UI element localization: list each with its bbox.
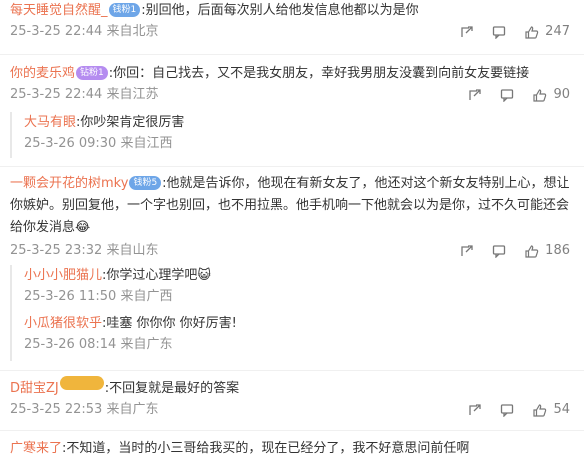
like-button[interactable]: 186 bbox=[524, 241, 570, 261]
comment-button[interactable] bbox=[492, 244, 506, 258]
share-button[interactable] bbox=[460, 25, 474, 39]
comment-username[interactable]: 广寒来了 bbox=[10, 441, 62, 456]
reply-meta: 25-3-26 09:30 来自江西 bbox=[24, 136, 173, 151]
reply-text: :哇塞 你你你 你好厉害! bbox=[102, 316, 237, 331]
reply-text: :你学过心理学吧😺 bbox=[102, 268, 211, 283]
reply-thread: 小小小肥猫儿:你学过心理学吧😺 25-3-26 11:50 来自广西 小瓜猪很软… bbox=[10, 265, 576, 361]
comment-item: 一颗会开花的树mky 钱粉5:他就是告诉你，他现在有新女友了，他还对这个新女友特别… bbox=[0, 173, 584, 263]
like-button[interactable]: 54 bbox=[532, 400, 570, 420]
comment-meta: 25-3-25 22:44 来自北京 bbox=[10, 24, 159, 39]
thumbs-up-icon bbox=[525, 25, 539, 39]
comment-item: 你的麦乐鸡 钻粉1:你回：自己找去，又不是我女朋友，幸好我男朋友没囊到向前女友要链… bbox=[0, 63, 584, 107]
comment-username[interactable]: 每天睡觉自然醒_ bbox=[10, 3, 108, 18]
comment-button[interactable] bbox=[500, 403, 514, 417]
comment-item: 每天睡觉自然醒_ 钱粉1:别回他，后面每次别人给他发信息他都以为是你 25-3-2… bbox=[0, 0, 584, 44]
comment-username[interactable]: 一颗会开花的树mky bbox=[10, 176, 128, 191]
thumbs-up-icon bbox=[533, 403, 547, 417]
fan-badge: 钱粉1 bbox=[108, 3, 141, 17]
thumbs-up-icon bbox=[533, 88, 547, 102]
comment-icon bbox=[501, 89, 514, 102]
comment-text: :别回他，后面每次别人给他发信息他都以为是你 bbox=[141, 3, 419, 18]
comment-button[interactable] bbox=[500, 88, 514, 102]
comment-button[interactable] bbox=[492, 25, 506, 39]
fan-badge: 钱粉5 bbox=[129, 176, 162, 190]
comment-meta: 25-3-25 22:53 来自广东 bbox=[10, 402, 159, 417]
fan-badge bbox=[59, 376, 104, 390]
comment-meta: 25-3-25 22:44 来自江苏 bbox=[10, 87, 159, 102]
comment-username[interactable]: D甜宝ZJ bbox=[10, 381, 59, 396]
share-icon bbox=[469, 404, 482, 415]
thumbs-up-icon bbox=[525, 244, 539, 258]
comment-icon bbox=[493, 26, 506, 39]
share-button[interactable] bbox=[468, 403, 482, 417]
comment-item: 广寒来了:不知道，当时的小三哥给我买的，现在已经分了，我不好意思问前任啊 bbox=[0, 438, 584, 460]
like-count: 247 bbox=[545, 24, 570, 39]
reply-username[interactable]: 小瓜猪很软乎 bbox=[24, 316, 102, 331]
share-icon bbox=[469, 89, 482, 100]
like-button[interactable]: 247 bbox=[524, 22, 570, 42]
like-count: 90 bbox=[553, 87, 570, 102]
reply-text: :你吵架肯定很厉害 bbox=[76, 115, 185, 130]
comment-icon bbox=[501, 404, 514, 417]
like-count: 54 bbox=[553, 402, 570, 417]
comment-text: :不回复就是最好的答案 bbox=[104, 381, 240, 396]
share-icon bbox=[461, 26, 473, 37]
comment-meta: 25-3-25 23:32 来自山东 bbox=[10, 243, 159, 258]
reply-username[interactable]: 大马有眼 bbox=[24, 115, 76, 130]
comment-text: :你回：自己找去，又不是我女朋友，幸好我男朋友没囊到向前女友要链接 bbox=[108, 66, 530, 81]
like-count: 186 bbox=[545, 243, 570, 258]
reply-thread: 大马有眼:你吵架肯定很厉害 25-3-26 09:30 来自江西 bbox=[10, 112, 576, 158]
share-button[interactable] bbox=[468, 88, 482, 102]
comment-username[interactable]: 你的麦乐鸡 bbox=[10, 66, 75, 81]
comment-icon bbox=[493, 245, 506, 258]
comment-feed: 每天睡觉自然醒_ 钱粉1:别回他，后面每次别人给他发信息他都以为是你 25-3-2… bbox=[0, 0, 584, 467]
like-button[interactable]: 90 bbox=[532, 85, 570, 105]
comment-text: :不知道，当时的小三哥给我买的，现在已经分了，我不好意思问前任啊 bbox=[62, 441, 470, 456]
share-icon bbox=[461, 245, 473, 256]
share-button[interactable] bbox=[460, 244, 474, 258]
comment-item: D甜宝ZJ :不回复就是最好的答案 25-3-25 22:53 来自广东 54 bbox=[0, 376, 584, 422]
reply-username[interactable]: 小小小肥猫儿 bbox=[24, 268, 102, 283]
reply-meta: 25-3-26 08:14 来自广东 bbox=[24, 337, 173, 352]
fan-badge: 钻粉1 bbox=[76, 66, 108, 80]
reply-meta: 25-3-26 11:50 来自广西 bbox=[24, 289, 173, 304]
